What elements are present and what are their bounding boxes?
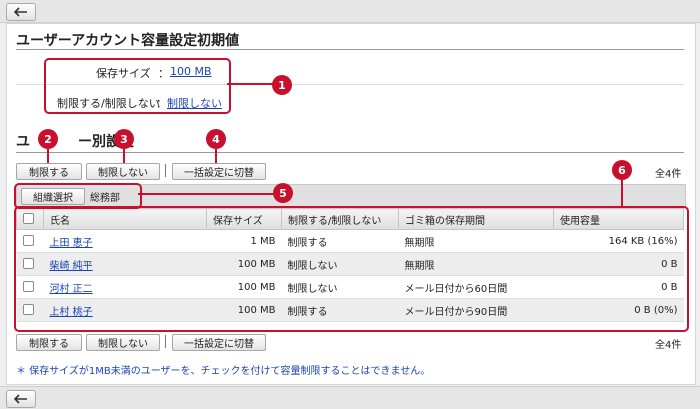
row-check-cell[interactable] bbox=[16, 229, 44, 253]
size-cell: 100 MB bbox=[206, 275, 282, 299]
usage-cell: 164 KB (16%) bbox=[553, 229, 684, 253]
storage-size-label: 保存サイズ bbox=[96, 67, 151, 80]
restrict-cell: 制限する bbox=[281, 229, 399, 253]
unrestrict-button-bottom[interactable]: 制限しない bbox=[86, 334, 160, 351]
row-divider bbox=[16, 84, 684, 85]
select-all-checkbox[interactable] bbox=[23, 213, 34, 225]
callout-badge-6: 6 bbox=[612, 160, 632, 180]
row-checkbox[interactable] bbox=[22, 304, 34, 316]
callout-badge-3: 3 bbox=[114, 129, 134, 149]
arrow-left-icon bbox=[14, 394, 27, 404]
header-name[interactable]: 氏名 bbox=[43, 208, 207, 230]
user-name-cell: 柴崎 純平 bbox=[43, 252, 207, 276]
usage-cell: 0 B bbox=[553, 252, 684, 276]
org-name: 総務部 bbox=[90, 193, 120, 204]
unrestrict-button-top[interactable]: 制限しない bbox=[86, 163, 160, 180]
divider bbox=[16, 152, 684, 153]
restrict-link[interactable]: 制限しない bbox=[167, 95, 222, 111]
footnote: ＊ 保存サイズが1MB未満のユーザーを、チェックを付けて容量制限することはできま… bbox=[16, 366, 431, 377]
callout-connector-4 bbox=[215, 149, 217, 163]
table-row: 柴崎 純平 100 MB 制限しない 無期限 0 B bbox=[16, 252, 684, 276]
user-name-link[interactable]: 河村 正二 bbox=[50, 284, 93, 295]
header-usage[interactable]: 使用容量 bbox=[553, 208, 684, 230]
trash-cell: メール日付から90日間 bbox=[398, 298, 554, 322]
user-name-link[interactable]: 柴崎 純平 bbox=[50, 261, 93, 272]
total-count-top: 全4件 bbox=[655, 169, 682, 180]
trash-cell: 無期限 bbox=[398, 229, 554, 253]
row-checkbox[interactable] bbox=[22, 235, 34, 247]
table-row: 上村 桃子 100 MB 制限する メール日付から90日間 0 B (0%) bbox=[16, 298, 684, 322]
bulk-switch-button-bottom[interactable]: 一括設定に切替 bbox=[172, 334, 266, 351]
row-checkbox[interactable] bbox=[22, 281, 34, 293]
top-toolbar bbox=[0, 0, 700, 23]
row-check-cell[interactable] bbox=[16, 275, 44, 299]
user-name-cell: 河村 正二 bbox=[43, 275, 207, 299]
title-part: ユ bbox=[16, 134, 30, 150]
callout-connector-5 bbox=[138, 193, 276, 195]
user-table: 氏名 保存サイズ 制限する/制限しない ゴミ箱の保存期間 使用容量 上田 恵子 … bbox=[16, 208, 684, 322]
callout-badge-2: 2 bbox=[38, 129, 58, 149]
user-name-link[interactable]: 上田 恵子 bbox=[50, 238, 93, 249]
total-count-bottom: 全4件 bbox=[655, 340, 682, 351]
size-cell: 1 MB bbox=[206, 229, 282, 253]
separator bbox=[165, 164, 166, 177]
section-title-defaults: ユーザーアカウント容量設定初期値 bbox=[16, 33, 240, 49]
divider bbox=[16, 49, 684, 50]
restrict-cell: 制限しない bbox=[281, 252, 399, 276]
restrict-button-top[interactable]: 制限する bbox=[16, 163, 82, 180]
restrict-cell: 制限しない bbox=[281, 275, 399, 299]
size-cell: 100 MB bbox=[206, 298, 282, 322]
table-row: 河村 正二 100 MB 制限しない メール日付から60日間 0 B bbox=[16, 275, 684, 299]
usage-cell: 0 B (0%) bbox=[553, 298, 684, 322]
callout-connector-3 bbox=[123, 149, 125, 163]
header-restrict[interactable]: 制限する/制限しない bbox=[281, 208, 399, 230]
size-cell: 100 MB bbox=[206, 252, 282, 276]
user-name-cell: 上村 桃子 bbox=[43, 298, 207, 322]
callout-badge-5: 5 bbox=[273, 183, 293, 203]
back-button-top[interactable] bbox=[6, 3, 36, 21]
callout-connector-2 bbox=[47, 149, 49, 163]
colon: ： bbox=[156, 97, 167, 110]
bottom-toolbar bbox=[0, 386, 700, 409]
bulk-switch-button-top[interactable]: 一括設定に切替 bbox=[172, 163, 266, 180]
callout-badge-1: 1 bbox=[272, 75, 292, 95]
user-name-cell: 上田 恵子 bbox=[43, 229, 207, 253]
table-header: 氏名 保存サイズ 制限する/制限しない ゴミ箱の保存期間 使用容量 bbox=[16, 208, 684, 230]
back-button-bottom[interactable] bbox=[6, 390, 36, 408]
header-trash[interactable]: ゴミ箱の保存期間 bbox=[398, 208, 554, 230]
trash-cell: 無期限 bbox=[398, 252, 554, 276]
callout-connector-1 bbox=[227, 83, 275, 85]
restrict-label: 制限する/制限しない bbox=[57, 97, 160, 110]
colon: ： bbox=[158, 67, 169, 80]
restrict-button-bottom[interactable]: 制限する bbox=[16, 334, 82, 351]
storage-size-link[interactable]: 100 MB bbox=[170, 65, 212, 78]
callout-badge-4: 4 bbox=[206, 129, 226, 149]
usage-cell: 0 B bbox=[553, 275, 684, 299]
trash-cell: メール日付から60日間 bbox=[398, 275, 554, 299]
table-row: 上田 恵子 1 MB 制限する 無期限 164 KB (16%) bbox=[16, 229, 684, 253]
restrict-cell: 制限する bbox=[281, 298, 399, 322]
row-check-cell[interactable] bbox=[16, 252, 44, 276]
user-name-link[interactable]: 上村 桃子 bbox=[50, 307, 93, 318]
header-check[interactable] bbox=[16, 208, 44, 230]
row-check-cell[interactable] bbox=[16, 298, 44, 322]
header-size[interactable]: 保存サイズ bbox=[206, 208, 282, 230]
arrow-left-icon bbox=[14, 7, 27, 17]
callout-connector-6 bbox=[621, 180, 623, 206]
row-checkbox[interactable] bbox=[22, 258, 34, 270]
org-select-button[interactable]: 組織選択 bbox=[21, 188, 85, 205]
separator bbox=[165, 335, 166, 348]
